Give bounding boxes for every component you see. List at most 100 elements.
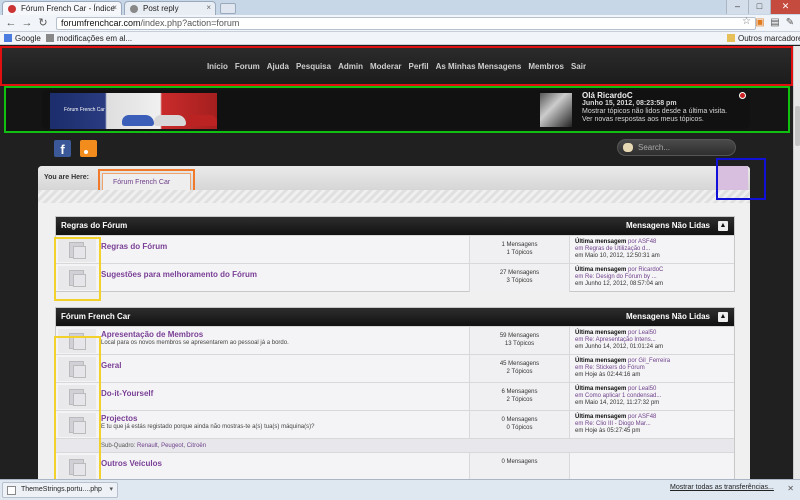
car-image — [154, 115, 186, 126]
last-post-topic[interactable]: em Como aplicar 1 condensad... — [575, 393, 661, 400]
greeting: Olá RicardoC — [582, 91, 633, 100]
board-stats: 0 Mensagens 0 Tópicos — [469, 411, 570, 439]
last-post-author[interactable]: por ASF48 — [628, 239, 656, 245]
nav-admin[interactable]: Admin — [338, 62, 363, 71]
other-bookmarks[interactable]: Outros marcadores — [727, 33, 800, 44]
rss-icon[interactable] — [80, 140, 97, 157]
subboards-row: Sub-Quadro: Renault, Peugeot, Citroën — [56, 438, 734, 452]
last-post-author[interactable]: por Gil_Ferreira — [628, 358, 670, 364]
last-post-label: Última mensagem — [575, 358, 627, 364]
star-icon[interactable]: ☆ — [742, 16, 751, 27]
forum-logo[interactable]: Fórum French Car — [50, 93, 217, 129]
topic-count: 3 Tópicos — [506, 278, 533, 284]
search-icon — [623, 143, 633, 152]
forum-top-nav: Início Forum Ajuda Pesquisa Admin Modera… — [0, 46, 793, 86]
facebook-icon[interactable]: f — [54, 140, 71, 157]
bookmark-google[interactable]: Google — [4, 33, 41, 44]
page-viewport: Início Forum Ajuda Pesquisa Admin Modera… — [0, 46, 793, 479]
collapse-icon[interactable]: ▲ — [718, 221, 728, 231]
file-icon — [7, 486, 16, 495]
nav-ajuda[interactable]: Ajuda — [267, 62, 289, 71]
nav-membros[interactable]: Membros — [528, 62, 564, 71]
maximize-icon[interactable]: □ — [748, 0, 770, 14]
search-input[interactable]: Search... — [617, 139, 736, 156]
last-post-topic[interactable]: em Regras de Utilização d... — [575, 246, 660, 253]
tab-title: Post reply — [143, 4, 179, 13]
address-bar[interactable]: forumfrenchcar.com/index.php?action=foru… — [56, 17, 756, 30]
bookmark-modificacoes[interactable]: modificações em al... — [46, 33, 132, 44]
wrench-icon[interactable]: ✎ — [784, 17, 796, 29]
board-link[interactable]: Sugestões para melhoramento do Fórum — [101, 270, 257, 279]
nav-perfil[interactable]: Perfil — [409, 62, 429, 71]
board-link[interactable]: Projectos — [101, 414, 137, 423]
browser-toolbar: ← → ↻ forumfrenchcar.com/index.php?actio… — [0, 15, 800, 32]
dropdown-icon[interactable]: ▾ — [109, 483, 113, 497]
board-link[interactable]: Outros Veículos — [101, 459, 162, 468]
board-row: Do-it-Yourself 6 Mensagens 2 Tópicos Últi… — [56, 382, 734, 411]
favicon-icon — [8, 5, 16, 13]
last-post: Última mensagem por Leal50 em Re: Aprese… — [575, 330, 663, 351]
logo-text: Fórum French Car — [64, 107, 105, 113]
new-replies-link[interactable]: Ver novas respostas aos meus tópicos. — [582, 116, 727, 124]
collapse-header-icon[interactable] — [739, 92, 746, 99]
show-all-downloads-link[interactable]: Mostrar todas as transferências... — [670, 484, 774, 491]
close-downloads-icon[interactable]: ✕ — [787, 484, 794, 493]
page-scrollbar[interactable] — [793, 46, 800, 479]
category-title[interactable]: Regras do Fórum — [61, 221, 127, 230]
last-post-topic[interactable]: em Re: Design do Fórum by ... — [575, 274, 663, 281]
tab-post-reply[interactable]: Post reply × — [124, 1, 216, 15]
folder-icon — [727, 34, 735, 42]
user-avatar[interactable] — [540, 93, 572, 127]
category-header: Fórum French Car Mensagens Não Lidas ▲ — [56, 308, 734, 326]
last-post-topic[interactable]: em Re: Clio III - Diogo Mar... — [575, 421, 656, 428]
board-link[interactable]: Regras do Fórum — [101, 242, 167, 251]
last-post-author[interactable]: por ASF48 — [628, 414, 656, 420]
unread-topics-link[interactable]: Mostrar tópicos não lidos desde a última… — [582, 108, 727, 116]
nav-mensagens[interactable]: As Minhas Mensagens — [436, 62, 522, 71]
board-row: Geral 45 Mensagens 2 Tópicos Última mensa… — [56, 354, 734, 383]
back-icon[interactable]: ← — [4, 17, 18, 30]
unread-posts-link[interactable]: Mensagens Não Lidas — [626, 217, 710, 235]
extension-icon[interactable]: ▣ — [754, 17, 766, 29]
close-tab-icon[interactable]: × — [206, 3, 211, 12]
collapse-icon[interactable]: ▲ — [718, 312, 728, 322]
last-post: Última mensagem por RicardoC em Re: Desi… — [575, 267, 663, 288]
subboard-link[interactable]: Citroën — [187, 443, 206, 449]
nav-moderar[interactable]: Moderar — [370, 62, 402, 71]
last-post-author[interactable]: por RicardoC — [628, 267, 663, 273]
reload-icon[interactable]: ↻ — [36, 17, 50, 30]
last-post-time: em Maio 10, 2012, 12:50:31 am — [575, 253, 660, 259]
board-description: E tu que já estás registado porque ainda… — [101, 424, 315, 430]
board-stats: 0 Mensagens — [469, 453, 570, 479]
download-item[interactable]: ThemeStrings.portu....php ▾ — [2, 482, 118, 498]
post-count: 6 Mensagens — [501, 389, 538, 395]
nav-sair[interactable]: Sair — [571, 62, 586, 71]
last-post-topic[interactable]: em Re: Stickers do Fórum — [575, 365, 670, 372]
last-post-author[interactable]: por Leal50 — [628, 330, 656, 336]
last-post-topic[interactable]: em Re: Apresentação Intens... — [575, 337, 663, 344]
new-tab-button[interactable] — [220, 3, 236, 14]
category-title[interactable]: Fórum French Car — [61, 312, 130, 321]
close-window-icon[interactable]: ✕ — [770, 0, 800, 14]
last-post: Última mensagem por Gil_Ferreira em Re: … — [575, 358, 670, 379]
page-menu-icon[interactable]: ▤ — [769, 17, 781, 29]
nav-forum[interactable]: Forum — [235, 62, 260, 71]
board-description: Local para os novos membros se apresenta… — [101, 340, 289, 346]
forward-icon[interactable]: → — [20, 17, 34, 30]
subboard-link[interactable]: Renault — [137, 443, 158, 449]
subboard-link[interactable]: Peugeot — [161, 443, 183, 449]
board-stats: 27 Mensagens 3 Tópicos — [469, 264, 570, 292]
unread-posts-link[interactable]: Mensagens Não Lidas — [626, 308, 710, 326]
board-link[interactable]: Geral — [101, 361, 121, 370]
bookmark-label: modificações em al... — [57, 34, 133, 43]
last-post-author[interactable]: por Leal50 — [628, 386, 656, 392]
close-tab-icon[interactable]: × — [112, 3, 117, 12]
nav-inicio[interactable]: Início — [207, 62, 228, 71]
board-link[interactable]: Apresentação de Membros — [101, 330, 203, 339]
minimize-icon[interactable]: – — [726, 0, 748, 14]
user-info: Olá RicardoC Junho 15, 2012, 08:23:58 pm… — [582, 92, 727, 124]
board-link[interactable]: Do-it-Yourself — [101, 389, 153, 398]
nav-pesquisa[interactable]: Pesquisa — [296, 62, 331, 71]
tab-forum-index[interactable]: Fórum French Car - Índice × — [2, 1, 122, 15]
bookmarks-bar: Google modificações em al... Outros marc… — [0, 32, 800, 45]
